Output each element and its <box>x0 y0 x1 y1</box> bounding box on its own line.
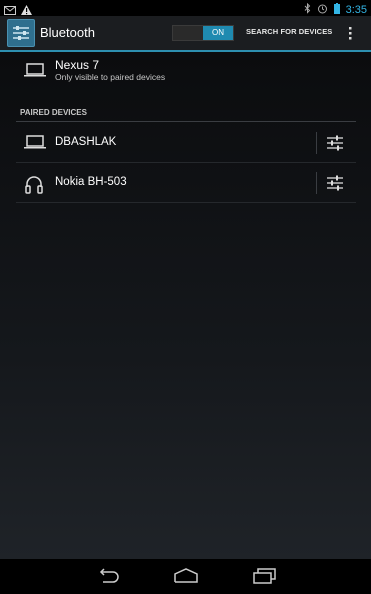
bluetooth-settings-content: Nexus 7 Only visible to paired devices P… <box>0 52 371 559</box>
paired-devices-header: PAIRED DEVICES <box>16 108 356 122</box>
recent-apps-icon[interactable] <box>253 568 277 589</box>
settings-app-icon[interactable] <box>7 19 35 47</box>
overflow-menu-icon[interactable] <box>346 25 354 41</box>
device-settings-icon[interactable] <box>326 134 344 157</box>
toggle-on-label: ON <box>203 26 233 40</box>
this-device-visibility: Only visible to paired devices <box>55 72 166 82</box>
this-device-row[interactable]: Nexus 7 Only visible to paired devices <box>0 52 371 92</box>
divider <box>316 172 317 194</box>
bluetooth-toggle[interactable]: ON <box>172 25 234 41</box>
home-icon[interactable] <box>173 568 199 589</box>
divider <box>316 132 317 154</box>
back-icon[interactable] <box>95 568 119 589</box>
navigation-bar <box>0 559 371 594</box>
page-title: Bluetooth <box>40 25 95 40</box>
this-device-name: Nexus 7 <box>55 58 100 72</box>
action-bar: Bluetooth ON SEARCH FOR DEVICES <box>0 16 371 52</box>
search-for-devices-button[interactable]: SEARCH FOR DEVICES <box>246 27 332 36</box>
headset-icon <box>24 175 44 200</box>
laptop-icon <box>24 63 46 82</box>
laptop-icon <box>24 135 46 154</box>
paired-device-name: Nokia BH-503 <box>55 176 127 188</box>
clock: 3:35 <box>345 4 367 16</box>
paired-device-name: DBASHLAK <box>55 136 117 148</box>
device-settings-icon[interactable] <box>326 174 344 197</box>
paired-device-row[interactable]: Nokia BH-503 <box>16 163 356 203</box>
status-bar: 3:35 <box>0 0 371 16</box>
paired-device-row[interactable]: DBASHLAK <box>16 123 356 163</box>
